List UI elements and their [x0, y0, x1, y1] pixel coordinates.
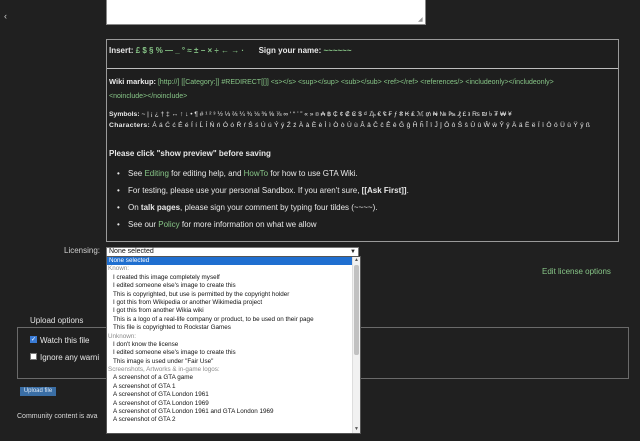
dropdown-option[interactable]: A screenshot of a GTA game	[107, 374, 353, 382]
dropdown-option[interactable]: A screenshot of GTA London 1961	[107, 391, 353, 399]
policy-link[interactable]: Policy	[158, 220, 179, 229]
watch-file-label[interactable]: Watch this file	[40, 336, 90, 345]
preview-notice: Please click "show preview" before savin…	[109, 149, 271, 158]
list-item: See Editing for editing help, and HowTo …	[107, 169, 409, 186]
community-content-notice: Community content is ava	[17, 413, 98, 420]
list-item: See our Policy for more information on w…	[107, 220, 409, 237]
ignore-warnings-checkbox[interactable]	[30, 353, 37, 360]
insert-row: Insert: £ $ § % — _ ° ≈ ± − × ÷ ← → · Si…	[109, 46, 352, 55]
edit-tools-panel: Insert: £ $ § % — _ ° ≈ ± − × ÷ ← → · Si…	[106, 39, 619, 242]
dropdown-option[interactable]: This image is used under "Fair Use"	[107, 358, 353, 366]
option-group-label: Screenshots, Artworks & in-game logos:	[108, 366, 220, 374]
dropdown-option[interactable]: This file is copyrighted to Rockstar Gam…	[107, 324, 353, 332]
characters-label: Characters:	[109, 122, 151, 129]
licensing-dropdown-list[interactable]: None selected Known: I created this image …	[106, 256, 361, 434]
dropdown-option[interactable]: A screenshot of GTA London 1969	[107, 400, 353, 408]
licensing-label: Licensing:	[64, 246, 101, 255]
upload-options-legend: Upload options	[28, 316, 86, 325]
help-list: See Editing for editing help, and HowTo …	[107, 169, 409, 237]
howto-link[interactable]: HowTo	[244, 169, 268, 178]
characters-chars[interactable]: Á á Ć ć É é Í í Ĺ ĺ Ń ń Ó ó Ŕ ŕ Ś ś Ú ú …	[152, 122, 590, 129]
signature-insert[interactable]: ~~~~~~	[323, 46, 351, 55]
resize-grip-icon[interactable]: ◢	[418, 17, 424, 23]
dropdown-options: None selected Known: I created this image …	[107, 257, 353, 425]
dropdown-option[interactable]: I don't know the license	[107, 341, 353, 349]
symbols-label: Symbols:	[109, 111, 140, 118]
signature-label: Sign your name:	[258, 46, 322, 55]
dropdown-option[interactable]: A screenshot of GTA 1	[107, 383, 353, 391]
ask-first-text: [[Ask First]]	[361, 186, 407, 195]
dropdown-option[interactable]: I created this image completely myself	[107, 274, 353, 282]
dropdown-option[interactable]: This is a logo of a real-life company or…	[107, 316, 353, 324]
chevron-left-icon[interactable]: ‹	[4, 11, 10, 21]
dropdown-option[interactable]: I got this from another Wikia wiki	[107, 307, 353, 315]
scroll-up-icon[interactable]: ▲	[353, 257, 360, 264]
option-group-label: Known:	[108, 265, 130, 273]
licensing-selected-value: None selected	[109, 248, 154, 255]
dropdown-option[interactable]: This is copyrighted, but use is permitte…	[107, 291, 353, 299]
dropdown-option[interactable]: A screenshot of GTA London 1961 and GTA …	[107, 408, 353, 416]
dropdown-option[interactable]: I edited someone else's image to create …	[107, 282, 353, 290]
talk-pages-text: talk pages	[140, 203, 181, 212]
ignore-warnings-label[interactable]: Ignore any warni	[40, 353, 99, 362]
dropdown-option[interactable]: I got this from Wikipedia or another Wik…	[107, 299, 353, 307]
dropdown-option[interactable]: I edited someone else's image to create …	[107, 349, 353, 357]
wiki-markup-row-2: <noinclude></noinclude>	[109, 93, 187, 100]
symbols-row: Symbols: ~ | ¡ ¿ † ‡ ↔ ↑ ↓ • ¶ # ¹ ² ³ ½…	[109, 108, 512, 120]
dropdown-option[interactable]: A screenshot of GTA 2	[107, 416, 353, 424]
dropdown-option[interactable]: None selected	[107, 257, 353, 266]
edit-license-options-link[interactable]: Edit license options	[542, 267, 611, 276]
editing-link[interactable]: Editing	[144, 169, 168, 178]
dropdown-scrollbar[interactable]: ▲ ▼	[352, 257, 360, 433]
wiki-markup-row: Wiki markup: [http://] [[Category:]] #RE…	[109, 77, 554, 86]
insert-label: Insert:	[109, 46, 134, 55]
list-item: On talk pages, please sign your comment …	[107, 203, 409, 220]
list-item: For testing, please use your personal Sa…	[107, 186, 409, 203]
upload-file-button[interactable]: Upload file	[20, 387, 56, 396]
description-textarea[interactable]: ◢	[106, 0, 426, 25]
watch-file-checkbox[interactable]	[30, 336, 37, 343]
characters-row: Characters: Á á Ć ć É é Í í Ĺ ĺ Ń ń Ó ó …	[109, 122, 590, 129]
wiki-markup-noinclude[interactable]: <noinclude></noinclude>	[109, 93, 187, 100]
wiki-markup-label: Wiki markup:	[109, 77, 157, 86]
divider	[107, 68, 618, 69]
scrollbar-thumb[interactable]	[354, 265, 359, 355]
insert-chars[interactable]: £ $ § % — _ ° ≈ ± − × ÷ ← → ·	[136, 46, 244, 55]
chevron-down-icon: ▼	[350, 249, 356, 255]
option-group-label: Unknown:	[108, 332, 137, 340]
scroll-down-icon[interactable]: ▼	[353, 426, 360, 433]
symbols-chars[interactable]: ~ | ¡ ¿ † ‡ ↔ ↑ ↓ • ¶ # ¹ ² ³ ½ ⅓ ⅔ ¼ ¾ …	[141, 111, 511, 118]
wiki-markup-items[interactable]: [http://] [[Category:]] #REDIRECT[[]] <s…	[158, 79, 554, 86]
